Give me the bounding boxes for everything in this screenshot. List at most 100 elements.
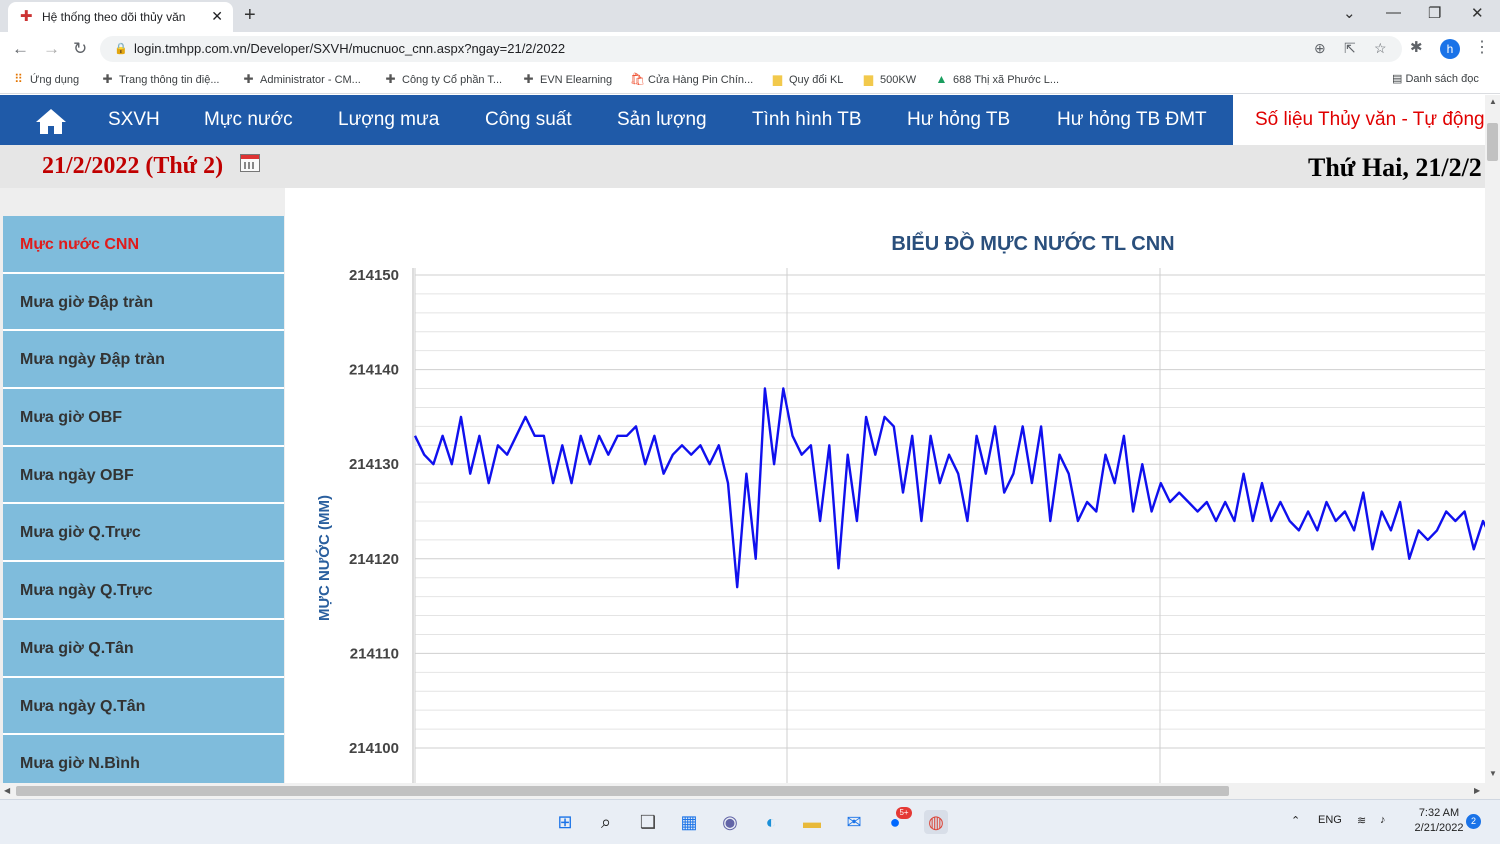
y-tick-label: 214110 <box>350 645 399 662</box>
sidebar-menu: Mực nước CNN Mưa giờ Đập tràn Mưa ngày Đập… <box>3 216 284 783</box>
nav-item-active[interactable]: Số liệu Thủy văn - Tự động <box>1233 95 1485 145</box>
extensions-icon[interactable]: ✱ <box>1410 38 1423 56</box>
url-text[interactable]: login.tmhpp.com.vn/Developer/SXVH/mucnuo… <box>134 41 565 56</box>
zalo-badge: 5+ <box>896 807 912 819</box>
minimize-icon[interactable]: — <box>1386 4 1401 21</box>
sidebar-item[interactable]: Mực nước CNN <box>3 216 284 274</box>
chart-title: BIỂU ĐỒ MỰC NƯỚC TL CNN <box>891 231 1174 255</box>
bookmark-item[interactable]: ▲ 688 Thị xã Phước L... <box>935 72 1060 86</box>
share-icon[interactable]: ⇱ <box>1344 40 1356 57</box>
bookmark-star-icon[interactable]: ☆ <box>1374 40 1387 57</box>
y-tick-label: 214120 <box>349 551 399 568</box>
maximize-icon[interactable]: ❐ <box>1428 4 1441 22</box>
sidebar-item[interactable]: Mưa ngày Đập tràn <box>3 331 284 390</box>
language-indicator[interactable]: ENG <box>1318 814 1342 826</box>
bookmark-item[interactable]: ▆ 500KW <box>862 72 916 86</box>
nav-item[interactable]: Mực nước <box>204 109 293 131</box>
reload-icon[interactable]: ↻ <box>73 39 87 59</box>
forward-icon[interactable]: → <box>43 39 60 59</box>
sidebar-item[interactable]: Mưa ngày Q.Tân <box>3 678 284 736</box>
profile-avatar[interactable]: h <box>1440 39 1460 59</box>
bookmark-label: Cửa Hàng Pin Chín... <box>648 74 754 86</box>
reading-list-icon: ▤ <box>1392 73 1406 85</box>
nav-item[interactable]: Hư hỏng TB ĐMT <box>1057 109 1207 131</box>
file-explorer-icon[interactable]: ▬ <box>800 810 824 834</box>
bookmark-item[interactable]: ✚ Công ty Cổ phần T... <box>384 72 502 86</box>
horizontal-scroll-thumb[interactable] <box>16 786 1229 796</box>
nav-item[interactable]: Lượng mưa <box>338 109 439 131</box>
scroll-down-icon[interactable]: ▼ <box>1489 769 1497 778</box>
bookmark-label: EVN Elearning <box>540 74 613 86</box>
omnibox[interactable]: 🔒 login.tmhpp.com.vn/Developer/SXVH/mucn… <box>100 36 1402 62</box>
nav-item[interactable]: Công suất <box>485 109 572 131</box>
lock-icon: 🔒 <box>114 43 128 55</box>
bookmark-item[interactable]: 🛍 Cửa Hàng Pin Chín... <box>630 72 753 86</box>
vertical-scrollbar[interactable]: ▲ ▼ <box>1485 95 1500 783</box>
nav-item[interactable]: Sản lượng <box>617 109 707 131</box>
edge-icon[interactable]: ◐ <box>759 810 783 834</box>
top-navigation: SXVH Mực nước Lượng mưa Công suất Sản lượng T… <box>0 95 1485 145</box>
bookmark-item[interactable]: ▆ Quy đổi KL <box>771 72 844 86</box>
bookmark-label: Công ty Cổ phần T... <box>402 74 503 86</box>
back-icon[interactable]: ← <box>12 39 29 59</box>
chart-panel: 214150 214140 214130 214120 214110 214100 BIỂU… <box>285 188 1485 783</box>
folder-icon: ▆ <box>863 72 874 86</box>
bookmark-label: Quy đổi KL <box>789 74 844 86</box>
horizontal-scrollbar[interactable]: ◀ ▶ <box>0 783 1500 799</box>
apps-grid-icon: ⠿ <box>14 72 23 86</box>
bookmark-label: Administrator - CM... <box>260 74 361 86</box>
chrome-icon[interactable]: ◍ <box>924 810 948 834</box>
close-window-icon[interactable]: ✕ <box>1471 4 1484 22</box>
tab-search-icon[interactable]: ⌄ <box>1343 4 1356 22</box>
sidebar-item[interactable]: Mưa ngày OBF <box>3 447 284 505</box>
bookmark-label: Trang thông tin điệ... <box>119 74 220 86</box>
water-level-chart: 214150 214140 214130 214120 214110 214100 BIỂU… <box>315 231 1485 783</box>
clock-date: 2/21/2022 <box>1414 822 1464 834</box>
scroll-left-icon[interactable]: ◀ <box>4 786 10 795</box>
zoom-icon[interactable]: ⊕ <box>1314 40 1326 57</box>
task-view-icon[interactable]: ❑ <box>636 810 660 834</box>
nav-item[interactable]: Hư hỏng TB <box>907 109 1010 131</box>
bookmark-item[interactable]: ⠿ Ứng dụng <box>12 72 79 86</box>
windows-start-icon[interactable]: ⊞ <box>553 810 577 834</box>
bookmark-label: 500KW <box>880 74 917 86</box>
sidebar-item[interactable]: Mưa giờ N.Bình <box>3 735 284 783</box>
volume-icon[interactable]: ♪ <box>1380 814 1386 826</box>
bookmark-item[interactable]: ✚ EVN Elearning <box>522 72 612 86</box>
tray-chevron-icon[interactable]: ⌃ <box>1291 814 1300 827</box>
mail-icon[interactable]: ✉ <box>842 810 866 834</box>
scroll-up-icon[interactable]: ▲ <box>1489 97 1497 106</box>
evn-icon: ✚ <box>385 72 396 86</box>
evn-favicon-icon: ✚ <box>20 8 33 25</box>
teams-chat-icon[interactable]: ◉ <box>718 810 742 834</box>
nav-item[interactable]: SXVH <box>108 109 160 131</box>
bookmark-item[interactable]: ✚ Administrator - CM... <box>242 72 361 86</box>
tab-title: Hệ thống theo dõi thủy văn <box>42 10 186 24</box>
scroll-right-icon[interactable]: ▶ <box>1474 786 1480 795</box>
sidebar-item[interactable]: Mưa giờ Đập tràn <box>3 274 284 332</box>
widgets-icon[interactable]: ▦ <box>677 810 701 834</box>
clock-time: 7:32 AM <box>1418 807 1460 819</box>
bookmark-item[interactable]: ✚ Trang thông tin điệ... <box>101 72 220 86</box>
sidebar-item[interactable]: Mưa giờ Q.Tân <box>3 620 284 678</box>
sidebar-item[interactable]: Mưa ngày Q.Trực <box>3 562 284 620</box>
close-tab-icon[interactable]: ✕ <box>211 8 223 25</box>
reading-list-button[interactable]: ▤ Danh sách đọc <box>1392 72 1479 85</box>
y-tick-label: 214130 <box>349 456 399 473</box>
page-viewport: SXVH Mực nước Lượng mưa Công suất Sản lượng T… <box>0 95 1485 783</box>
notification-badge[interactable]: 2 <box>1466 814 1481 829</box>
wifi-icon[interactable]: ≋ <box>1357 814 1366 827</box>
system-clock[interactable]: 7:32 AM 2/21/2022 <box>1404 806 1474 836</box>
menu-kebab-icon[interactable]: ⋮ <box>1474 37 1490 57</box>
reading-list-label: Danh sách đọc <box>1405 73 1479 85</box>
search-icon[interactable]: ⌕ <box>594 810 618 834</box>
calendar-icon[interactable] <box>240 154 260 172</box>
sidebar-item[interactable]: Mưa giờ OBF <box>3 389 284 447</box>
browser-tab[interactable]: ✚ Hệ thống theo dõi thủy văn ✕ <box>8 2 233 32</box>
vertical-scroll-thumb[interactable] <box>1487 123 1498 161</box>
sidebar-item[interactable]: Mưa giờ Q.Trực <box>3 504 284 563</box>
date-bar: 21/2/2022 (Thứ 2) Thứ Hai, 21/2/2 <box>0 145 1485 188</box>
home-icon[interactable] <box>34 107 68 135</box>
nav-item[interactable]: Tình hình TB <box>752 109 862 131</box>
new-tab-icon[interactable]: + <box>244 4 256 27</box>
